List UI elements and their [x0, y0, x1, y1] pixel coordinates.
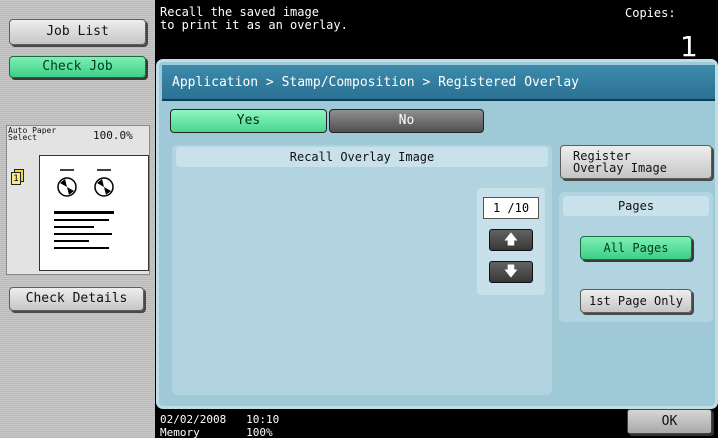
- paper-thumbnail: [39, 155, 149, 271]
- page-count-icon: 1: [11, 169, 25, 185]
- pages-panel: Pages All Pages 1st Page Only: [559, 192, 713, 322]
- pages-title: Pages: [563, 196, 709, 216]
- arrow-down-icon: 🡇: [503, 264, 519, 280]
- job-list-button[interactable]: Job List: [9, 19, 146, 45]
- register-overlay-button[interactable]: Register Overlay Image: [560, 145, 712, 179]
- preview-panel: Auto Paper Select 100.0% 1: [6, 125, 150, 275]
- yes-button[interactable]: Yes: [170, 109, 327, 133]
- footer-datetime: 02/02/2008 10:10: [160, 413, 280, 426]
- sidebar: Job List Check Job Auto Paper Select 100…: [0, 0, 155, 438]
- paper-select-label: Auto Paper Select: [8, 126, 57, 142]
- check-details-button[interactable]: Check Details: [9, 287, 144, 311]
- ok-button[interactable]: OK: [627, 409, 712, 434]
- main-panel: Application > Stamp/Composition > Regist…: [156, 59, 718, 409]
- list-title: Recall Overlay Image: [176, 147, 548, 167]
- check-job-button[interactable]: Check Job: [9, 56, 146, 78]
- zoom-label: 100.0%: [93, 129, 133, 142]
- no-button[interactable]: No: [329, 109, 484, 133]
- page-down-button[interactable]: 🡇: [489, 261, 533, 283]
- pager: 1 /10 🡅 🡇: [477, 188, 545, 295]
- arrow-up-icon: 🡅: [503, 232, 519, 248]
- overlay-stamp-icon: [54, 169, 114, 249]
- header-message: Recall the saved image to print it as an…: [160, 5, 348, 32]
- all-pages-button[interactable]: All Pages: [580, 236, 692, 260]
- page-up-button[interactable]: 🡅: [489, 229, 533, 251]
- page-count-badge: 1: [11, 172, 21, 185]
- overlay-list-panel: Recall Overlay Image 1 /10 🡅 🡇: [172, 145, 552, 395]
- footer-memory: Memory 100%: [160, 427, 273, 438]
- copies-label: Copies:: [625, 6, 676, 20]
- first-page-only-button[interactable]: 1st Page Only: [580, 289, 692, 313]
- page-indicator: 1 /10: [483, 197, 539, 219]
- breadcrumb: Application > Stamp/Composition > Regist…: [162, 65, 715, 101]
